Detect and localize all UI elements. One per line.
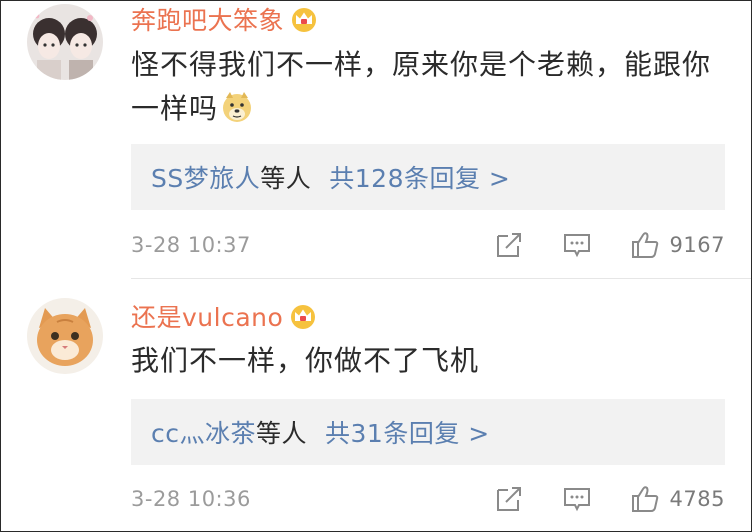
- avatar-image: [27, 4, 103, 80]
- reply-count-link[interactable]: 共31条回复 >: [325, 414, 490, 450]
- replies-preview[interactable]: cc灬冰茶 等人 共31条回复 >: [131, 399, 725, 465]
- comment-text-content: 我们不一样，你做不了飞机: [131, 344, 480, 377]
- replies-preview[interactable]: SS梦旅人 等人 共128条回复 >: [131, 144, 725, 210]
- doge-emoji-icon: [223, 92, 252, 122]
- share-icon[interactable]: [494, 230, 524, 260]
- comment-text: 怪不得我们不一样，原来你是个老赖，能跟你一样吗: [131, 43, 721, 131]
- action-bar: 9167: [494, 230, 725, 260]
- avatar[interactable]: [27, 4, 103, 80]
- divider: [131, 278, 751, 279]
- comment-list: 奔跑吧大笨象 怪不得我们不一样，原来你是个老赖，能跟你一样吗 SS梦旅人 等人: [0, 0, 752, 532]
- action-bar: 4785: [494, 484, 725, 514]
- reply-users[interactable]: cc灬冰茶: [151, 414, 256, 450]
- timestamp: 3-28 10:37: [131, 233, 251, 257]
- reply-users[interactable]: SS梦旅人: [151, 159, 260, 195]
- like-count: 9167: [669, 233, 725, 257]
- like-icon[interactable]: [630, 484, 660, 514]
- comment-text: 我们不一样，你做不了飞机: [131, 339, 721, 383]
- comment-text-content: 怪不得我们不一样，原来你是个老赖，能跟你一样吗: [131, 48, 712, 125]
- comment-icon[interactable]: [562, 230, 592, 260]
- vip-crown-icon: [292, 8, 317, 32]
- reply-users-suffix: 等人: [260, 164, 312, 193]
- avatar[interactable]: [27, 298, 103, 374]
- like-count: 4785: [669, 487, 725, 511]
- like-icon[interactable]: [630, 230, 660, 260]
- reply-count-link[interactable]: 共128条回复 >: [329, 159, 510, 195]
- timestamp: 3-28 10:36: [131, 487, 251, 511]
- username[interactable]: 还是vulcano: [131, 298, 283, 334]
- username[interactable]: 奔跑吧大笨象: [131, 1, 284, 37]
- vip-crown-icon: [291, 305, 316, 329]
- comment-icon[interactable]: [562, 484, 592, 514]
- avatar-image: [27, 298, 103, 374]
- share-icon[interactable]: [494, 484, 524, 514]
- reply-users-suffix: 等人: [256, 419, 308, 448]
